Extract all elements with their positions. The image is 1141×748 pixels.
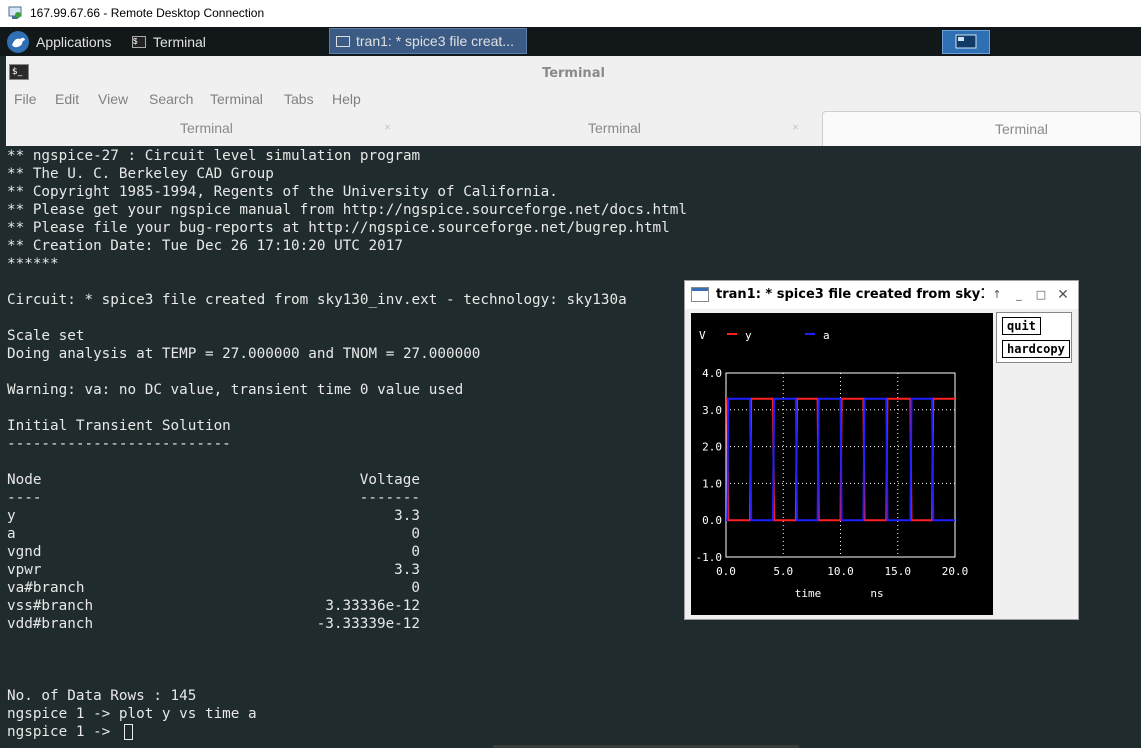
y-tick-label: -1.0 xyxy=(696,551,723,564)
remote-desktop-icon xyxy=(8,6,22,19)
output-line: No. of Data Rows : 145 xyxy=(7,688,197,704)
output-line: Circuit: * spice3 file created from sky1… xyxy=(7,292,627,308)
table-row-value: 0 xyxy=(411,544,420,560)
y-tick-label: 4.0 xyxy=(702,367,722,380)
x-tick-label: 20.0 xyxy=(942,565,969,578)
y-tick-label: 2.0 xyxy=(702,441,722,454)
taskbar-item-label: tran1: * spice3 file creat... xyxy=(356,33,514,49)
output-line: Doing analysis at TEMP = 27.000000 and T… xyxy=(7,346,481,362)
menu-help[interactable]: Help xyxy=(332,91,361,107)
terminal-tab-bar: Terminal × Terminal × Terminal xyxy=(6,111,1141,147)
show-desktop-button[interactable] xyxy=(942,30,990,54)
x-tick-label: 0.0 xyxy=(716,565,736,578)
table-row-node: vgnd xyxy=(7,544,42,560)
terminal-cursor xyxy=(124,724,133,740)
terminal-window-title: Terminal xyxy=(542,66,605,81)
x-tick-label: 10.0 xyxy=(827,565,854,578)
xfce-mouse-icon xyxy=(7,30,29,53)
tab-label: Terminal xyxy=(588,120,641,136)
menu-terminal[interactable]: Terminal xyxy=(210,91,263,107)
output-line: ****** xyxy=(7,256,59,272)
y-tick-label: 1.0 xyxy=(702,477,722,490)
taskbar-item-terminal[interactable]: $ Terminal xyxy=(132,27,206,56)
legend-label-y: y xyxy=(745,329,752,342)
x-unit-label: ns xyxy=(870,587,883,600)
top-panel: Applications $ Terminal tran1: * spice3 … xyxy=(0,27,1141,56)
table-row-node: vss#branch xyxy=(7,598,94,614)
plot-window-title: tran1: * spice3 file created from sky130 xyxy=(716,287,984,302)
table-row-node: vpwr xyxy=(7,562,42,578)
series-line-a xyxy=(726,397,955,522)
window-icon xyxy=(691,287,709,302)
table-row-node: y xyxy=(7,508,16,524)
waveform-plot[interactable]: 0.0 5.0 10.0 15.0 20.0-1.00.01.02.03.04.0V y a… xyxy=(691,313,993,615)
tab-terminal-1[interactable]: Terminal × xyxy=(6,111,414,146)
table-divider-value: ------- xyxy=(359,490,420,506)
raise-icon[interactable]: ↑ xyxy=(990,288,1004,302)
plot-window-title-bar[interactable]: tran1: * spice3 file created from sky130… xyxy=(685,281,1078,309)
table-row-value: 0 xyxy=(411,526,420,542)
prompt-line-current: ngspice 1 -> xyxy=(7,724,119,740)
table-divider-node: ---- xyxy=(7,490,42,506)
table-header-node: Node xyxy=(7,472,42,488)
menu-edit[interactable]: Edit xyxy=(55,91,79,107)
y-unit-label: V xyxy=(699,329,706,342)
table-row-value: 3.33336e-12 xyxy=(325,598,420,614)
prompt-line: ngspice 1 -> plot y vs time a xyxy=(7,706,257,722)
tab-close-icon[interactable]: × xyxy=(384,120,391,134)
output-line: Initial Transient Solution xyxy=(7,418,231,434)
output-line: Warning: va: no DC value, transient time… xyxy=(7,382,464,398)
close-icon[interactable]: ✕ xyxy=(1056,288,1070,302)
tab-label: Terminal xyxy=(995,121,1048,137)
applications-menu-button[interactable]: Applications xyxy=(6,27,112,56)
terminal-menu-bar: File Edit View Search Terminal Tabs Help xyxy=(6,89,1141,111)
x-axis-label: time xyxy=(795,587,822,600)
output-line: ** The U. C. Berkeley CAD Group xyxy=(7,166,274,182)
legend-label-a: a xyxy=(823,329,830,342)
menu-search[interactable]: Search xyxy=(149,91,193,107)
terminal-icon: $ xyxy=(132,35,146,48)
rdp-title-bar[interactable]: 167.99.67.66 - Remote Desktop Connection xyxy=(0,0,1141,28)
y-tick-label: 3.0 xyxy=(702,404,722,417)
table-row-value: 3.3 xyxy=(394,508,420,524)
table-row-node: vdd#branch xyxy=(7,616,94,632)
taskbar-item-tran1[interactable]: tran1: * spice3 file creat... xyxy=(329,28,527,54)
tab-terminal-2[interactable]: Terminal × xyxy=(414,111,822,146)
output-line: Scale set xyxy=(7,328,85,344)
minimize-icon[interactable]: _ xyxy=(1012,288,1026,302)
output-line: ** ngspice-27 : Circuit level simulation… xyxy=(7,148,421,164)
table-row-node: va#branch xyxy=(7,580,85,596)
table-row-value: 3.3 xyxy=(394,562,420,578)
quit-button[interactable]: quit xyxy=(1002,317,1041,335)
output-line: -------------------------- xyxy=(7,436,231,452)
window-icon xyxy=(336,35,350,47)
tab-terminal-3-active[interactable]: Terminal xyxy=(822,111,1141,146)
menu-file[interactable]: File xyxy=(14,91,37,107)
menu-view[interactable]: View xyxy=(98,91,128,107)
output-line: ** Please file your bug-reports at http:… xyxy=(7,220,670,236)
output-line: ** Copyright 1985-1994, Regents of the U… xyxy=(7,184,558,200)
x-tick-label: 5.0 xyxy=(773,565,793,578)
menu-tabs[interactable]: Tabs xyxy=(284,91,314,107)
table-row-value: 0 xyxy=(411,580,420,596)
maximize-icon[interactable]: □ xyxy=(1034,288,1048,302)
table-header-value: Voltage xyxy=(359,472,420,488)
rdp-window-title: 167.99.67.66 - Remote Desktop Connection xyxy=(30,6,265,20)
hardcopy-button[interactable]: hardcopy xyxy=(1002,340,1070,358)
tab-close-icon[interactable]: × xyxy=(792,120,799,134)
terminal-title-bar[interactable]: $_ Terminal xyxy=(6,56,1141,90)
x-tick-label: 15.0 xyxy=(885,565,912,578)
plot-window[interactable]: tran1: * spice3 file created from sky130… xyxy=(684,280,1079,620)
desktop-icon xyxy=(955,34,977,49)
tab-label: Terminal xyxy=(180,120,233,136)
y-tick-label: 0.0 xyxy=(702,514,722,527)
table-row-node: a xyxy=(7,526,16,542)
output-line: ** Please get your ngspice manual from h… xyxy=(7,202,687,218)
output-line: ** Creation Date: Tue Dec 26 17:10:20 UT… xyxy=(7,238,403,254)
taskbar-item-label: Terminal xyxy=(153,33,206,50)
applications-label: Applications xyxy=(36,33,112,50)
table-row-value: -3.33339e-12 xyxy=(316,616,420,632)
